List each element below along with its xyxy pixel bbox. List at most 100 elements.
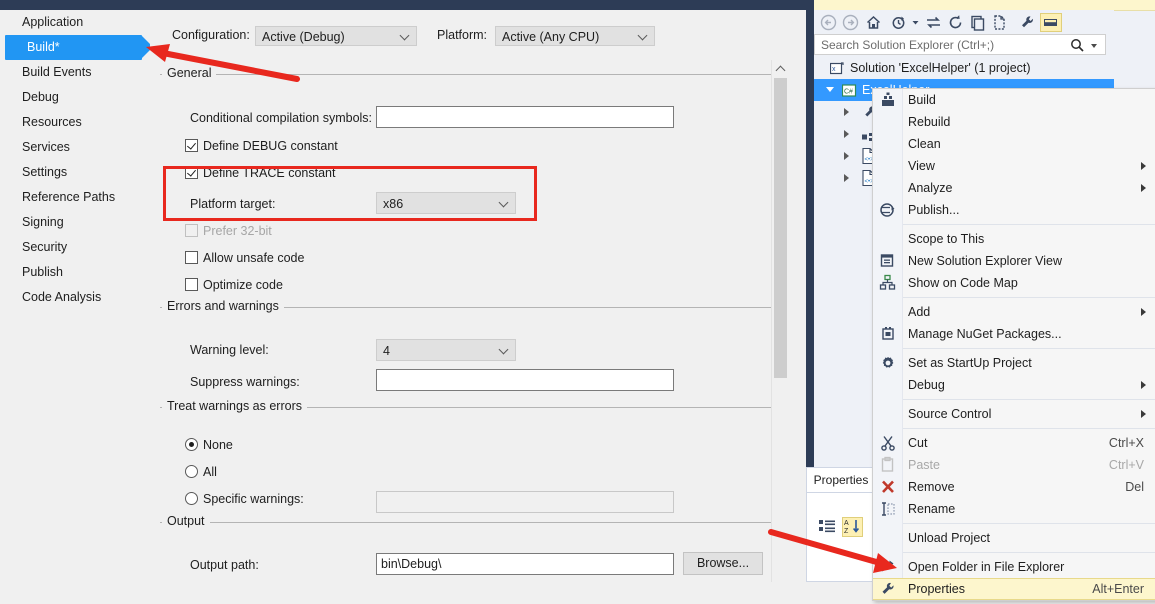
preview-selected-items-icon[interactable] — [1040, 13, 1062, 32]
gear-icon — [879, 354, 897, 372]
treat-specific-radio[interactable] — [185, 492, 198, 505]
menu-item-add[interactable]: Add — [873, 301, 1155, 323]
tree-row-solution[interactable]: x Solution 'ExcelHelper' (1 project) — [814, 57, 1114, 79]
expander-closed-icon[interactable] — [844, 130, 849, 138]
menu-item-build[interactable]: Build — [873, 89, 1155, 111]
window-title-bar — [0, 0, 806, 10]
suppress-warnings-input[interactable] — [376, 369, 674, 391]
refresh-icon[interactable] — [946, 13, 965, 32]
treat-none-radio[interactable] — [185, 438, 198, 451]
output-path-input[interactable]: bin\Debug\ — [376, 553, 674, 575]
optimize-code-checkbox[interactable] — [185, 278, 198, 291]
properties-grid-toolbar: AZ — [810, 517, 874, 539]
properties-tab-services[interactable]: Services — [0, 135, 150, 160]
submenu-arrow-icon — [1141, 184, 1146, 192]
search-icon[interactable] — [1070, 38, 1085, 56]
errors-warnings-group-title: Errors and warnings — [162, 299, 284, 313]
menu-separator — [902, 399, 1155, 400]
menu-item-new-solution-explorer-view[interactable]: New Solution Explorer View — [873, 250, 1155, 272]
treat-all-radio[interactable] — [185, 465, 198, 478]
collapse-all-icon[interactable] — [968, 13, 987, 32]
menu-separator — [902, 224, 1155, 225]
properties-tab-application[interactable]: Application — [0, 10, 150, 35]
properties-tab-label: Reference Paths — [22, 190, 116, 204]
properties-tab-code-analysis[interactable]: Code Analysis — [0, 285, 150, 310]
back-icon[interactable] — [819, 13, 838, 32]
general-group: General — [160, 66, 778, 80]
properties-grid-panel: AZ — [806, 493, 876, 582]
define-debug-label: Define DEBUG constant — [203, 139, 338, 153]
menu-item-clean[interactable]: Clean — [873, 133, 1155, 155]
properties-tab-resources[interactable]: Resources — [0, 110, 150, 135]
allow-unsafe-checkbox[interactable] — [185, 251, 198, 264]
menu-item-analyze[interactable]: Analyze — [873, 177, 1155, 199]
menu-label: Set as StartUp Project — [908, 356, 1032, 370]
platform-combobox[interactable]: Active (Any CPU) — [495, 26, 655, 46]
expander-closed-icon[interactable] — [844, 174, 849, 182]
publish-icon — [879, 201, 897, 219]
properties-tab-settings[interactable]: Settings — [0, 160, 150, 185]
properties-tab-reference-paths[interactable]: Reference Paths — [0, 185, 150, 210]
expander-closed-icon[interactable] — [844, 152, 849, 160]
properties-tab-build-events[interactable]: Build Events — [0, 60, 150, 85]
browse-button[interactable]: Browse... — [683, 552, 763, 575]
expander-closed-icon[interactable] — [844, 108, 849, 116]
menu-item-set-as-startup-project[interactable]: Set as StartUp Project — [873, 352, 1155, 374]
properties-tab-debug[interactable]: Debug — [0, 85, 150, 110]
warning-level-label: Warning level: — [190, 343, 269, 357]
menu-label: View — [908, 159, 935, 173]
menu-item-source-control[interactable]: Source Control — [873, 403, 1155, 425]
properties-scrollbar[interactable] — [771, 60, 789, 582]
output-path-label: Output path: — [190, 558, 259, 572]
alphabetical-sort-icon[interactable]: AZ — [842, 517, 863, 537]
scrollbar-thumb[interactable] — [774, 78, 787, 378]
pending-changes-icon[interactable] — [890, 13, 909, 32]
menu-item-open-folder-in-file-explorer[interactable]: Open Folder in File Explorer — [873, 556, 1155, 578]
categorized-icon[interactable] — [818, 518, 837, 539]
menu-item-unload-project[interactable]: Unload Project — [873, 527, 1155, 549]
forward-icon[interactable] — [841, 13, 860, 32]
menu-item-paste: Paste Ctrl+V — [873, 454, 1155, 476]
properties-tab-label: Code Analysis — [22, 290, 102, 304]
configuration-row: Configuration: Active (Debug) Platform: … — [160, 23, 800, 51]
menu-item-publish[interactable]: Publish... — [873, 199, 1155, 221]
menu-item-rebuild[interactable]: Rebuild — [873, 111, 1155, 133]
conditional-symbols-input[interactable] — [376, 106, 674, 128]
menu-item-debug[interactable]: Debug — [873, 374, 1155, 396]
project-context-menu: Build Rebuild Clean View Analyze Publish… — [872, 88, 1155, 601]
menu-item-scope-to-this[interactable]: Scope to This — [873, 228, 1155, 250]
warning-level-combobox[interactable]: 4 — [376, 339, 516, 361]
search-placeholder: Search Solution Explorer (Ctrl+;) — [821, 38, 995, 52]
properties-tab-label: Application — [22, 15, 84, 29]
menu-label: Publish... — [908, 203, 960, 217]
properties-tab-signing[interactable]: Signing — [0, 210, 150, 235]
menu-item-remove[interactable]: Remove Del — [873, 476, 1155, 498]
menu-item-properties[interactable]: Properties Alt+Enter — [873, 578, 1155, 600]
scroll-up-icon[interactable] — [772, 60, 789, 77]
properties-tab-build[interactable]: Build* — [5, 35, 153, 60]
configuration-combobox[interactable]: Active (Debug) — [255, 26, 417, 46]
menu-separator — [902, 428, 1155, 429]
platform-label: Platform: — [437, 28, 488, 42]
properties-wrench-icon[interactable] — [1018, 13, 1037, 32]
show-all-files-icon[interactable] — [990, 13, 1009, 32]
properties-tab-security[interactable]: Security — [0, 235, 150, 260]
suppress-warnings-label: Suppress warnings: — [190, 375, 300, 389]
sync-with-active-document-icon[interactable] — [924, 13, 943, 32]
menu-item-rename[interactable]: Rename — [873, 498, 1155, 520]
properties-tab-publish[interactable]: Publish — [0, 260, 150, 285]
menu-item-manage-nuget-packages[interactable]: Manage NuGet Packages... — [873, 323, 1155, 345]
menu-item-view[interactable]: View — [873, 155, 1155, 177]
expander-open-icon[interactable] — [826, 87, 834, 92]
define-debug-checkbox[interactable] — [185, 139, 198, 152]
menu-item-show-on-code-map[interactable]: Show on Code Map — [873, 272, 1155, 294]
svg-text:x: x — [832, 66, 836, 73]
search-solution-explorer-input[interactable]: Search Solution Explorer (Ctrl+;) — [814, 34, 1106, 55]
menu-label: Properties — [908, 582, 965, 596]
menu-shortcut: Ctrl+X — [1108, 436, 1144, 450]
properties-dock-tab[interactable]: Properties — [806, 467, 876, 493]
home-icon[interactable] — [864, 13, 883, 32]
svg-text:A: A — [844, 520, 849, 527]
menu-item-cut[interactable]: Cut Ctrl+X — [873, 432, 1155, 454]
chevron-down-icon[interactable] — [1091, 44, 1097, 48]
